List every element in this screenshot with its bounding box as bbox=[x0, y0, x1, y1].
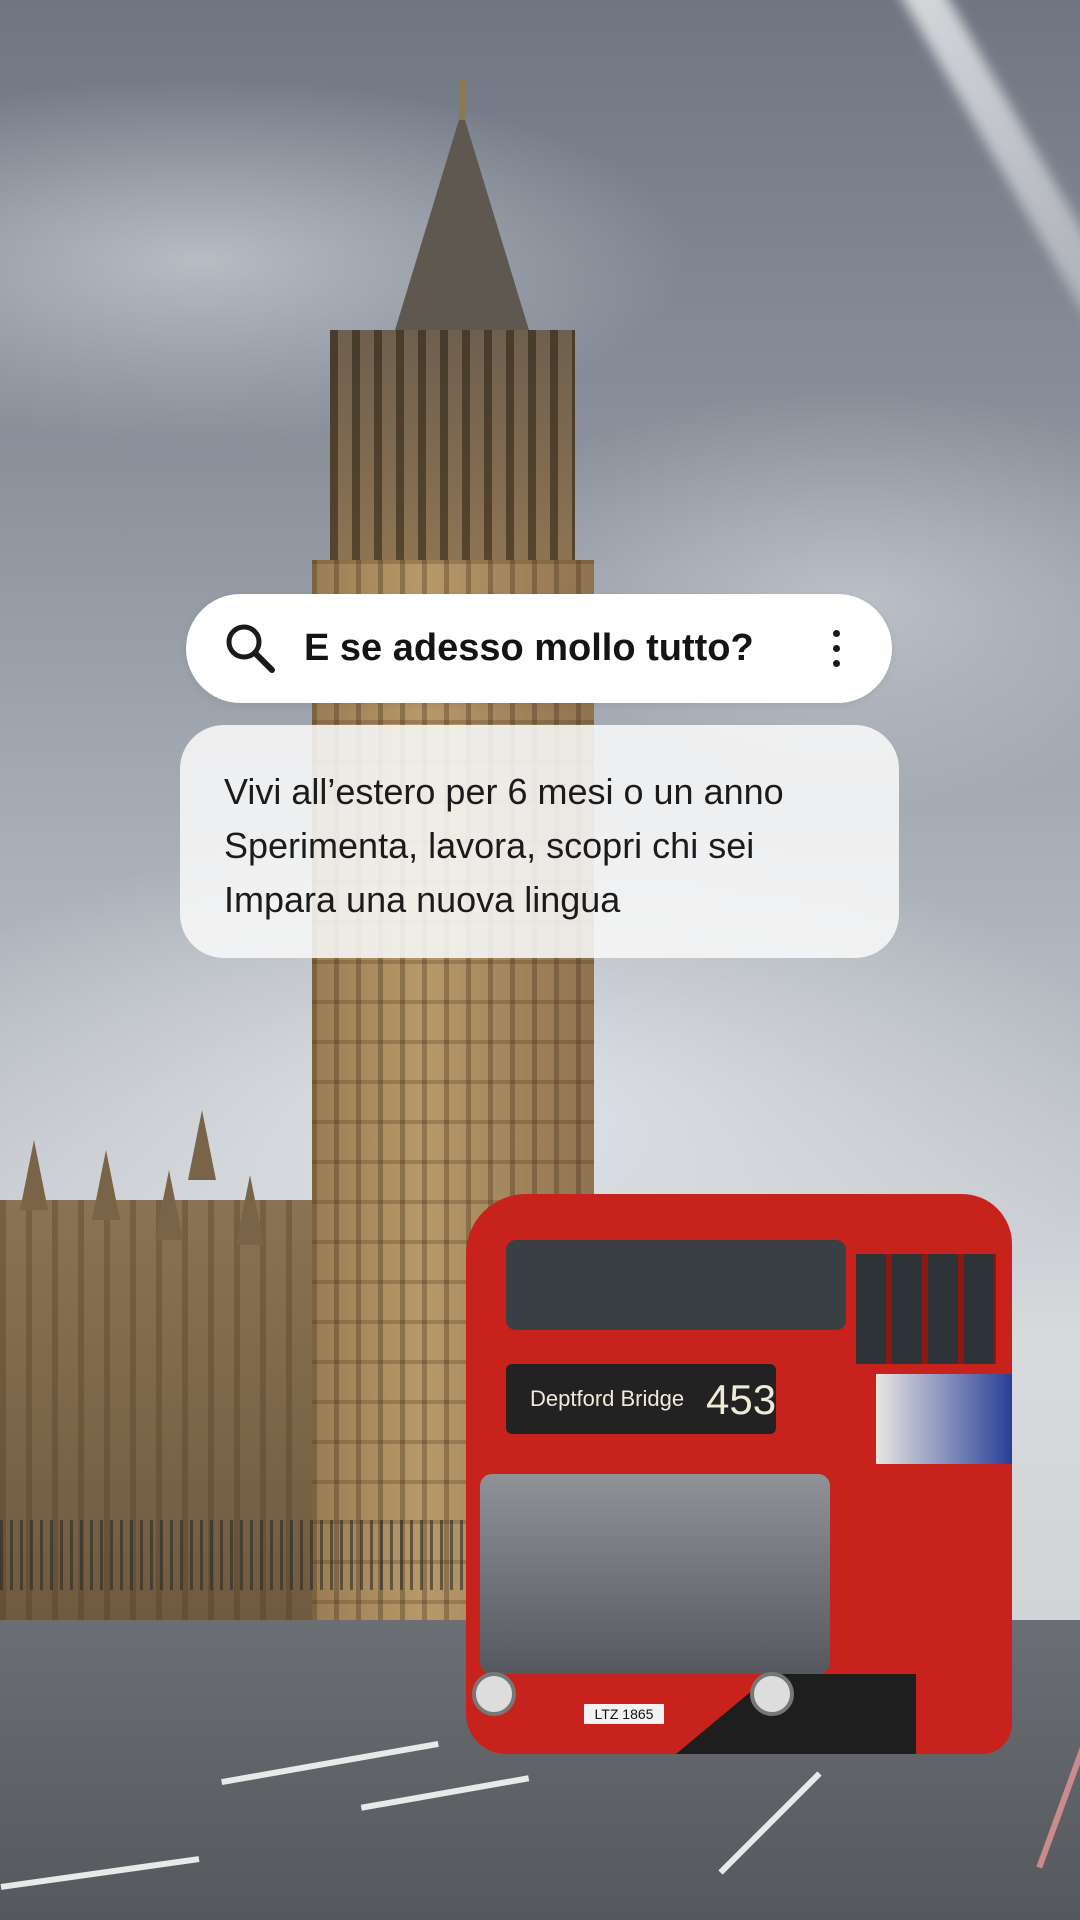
more-vertical-icon bbox=[833, 630, 840, 637]
bus-advert bbox=[876, 1374, 1012, 1464]
background-photo: Deptford Bridge 453 LTZ 1865 bbox=[0, 0, 1080, 1920]
more-vertical-icon bbox=[833, 645, 840, 652]
suggestion-item[interactable]: Sperimenta, lavora, scopri chi sei bbox=[224, 819, 784, 873]
clock-tower-roof bbox=[392, 110, 532, 340]
road-marking bbox=[0, 1856, 200, 1890]
search-bar[interactable]: E se adesso mollo tutto? bbox=[186, 594, 892, 703]
suggestion-list: Vivi all’estero per 6 mesi o un anno Spe… bbox=[224, 765, 784, 927]
bus-upper-deck: Deptford Bridge 453 bbox=[466, 1194, 1012, 1464]
parliament-spire bbox=[92, 1150, 120, 1220]
parliament-spire bbox=[236, 1175, 264, 1245]
bus-headlight bbox=[472, 1672, 516, 1716]
bus-lane-line bbox=[1036, 1697, 1080, 1869]
red-double-decker-bus: Deptford Bridge 453 LTZ 1865 bbox=[466, 1194, 1012, 1754]
parliament-spire bbox=[20, 1140, 48, 1210]
more-vertical-icon bbox=[833, 660, 840, 667]
parliament-spire bbox=[188, 1110, 216, 1180]
bus-front-window bbox=[506, 1240, 846, 1330]
suggestion-item[interactable]: Vivi all’estero per 6 mesi o un anno bbox=[224, 765, 784, 819]
bus-lower-deck: LTZ 1865 bbox=[466, 1464, 1012, 1754]
suggestion-item[interactable]: Impara una nuova lingua bbox=[224, 873, 784, 927]
road-marking bbox=[718, 1771, 822, 1875]
road-marking bbox=[221, 1740, 439, 1786]
bus-side-windows bbox=[856, 1254, 996, 1364]
bus-windshield bbox=[480, 1474, 830, 1674]
bus-route-number: 453 bbox=[706, 1376, 777, 1423]
search-icon bbox=[226, 624, 275, 673]
clock-tower-belfry bbox=[330, 330, 575, 570]
road-marking bbox=[360, 1775, 530, 1811]
bus-headlight bbox=[750, 1672, 794, 1716]
bus-destination-sign: Deptford Bridge 453 bbox=[506, 1364, 776, 1434]
bus-number-plate: LTZ 1865 bbox=[584, 1704, 664, 1724]
more-options-button[interactable] bbox=[802, 614, 870, 682]
suggestions-card: Vivi all’estero per 6 mesi o un anno Spe… bbox=[180, 725, 899, 958]
bus-destination: Deptford Bridge bbox=[530, 1386, 685, 1411]
search-query[interactable]: E se adesso mollo tutto? bbox=[304, 594, 754, 703]
bus-front-panel bbox=[676, 1674, 916, 1754]
clock-tower-finial bbox=[459, 80, 465, 120]
railing bbox=[0, 1520, 480, 1590]
parliament-spire bbox=[155, 1170, 183, 1240]
